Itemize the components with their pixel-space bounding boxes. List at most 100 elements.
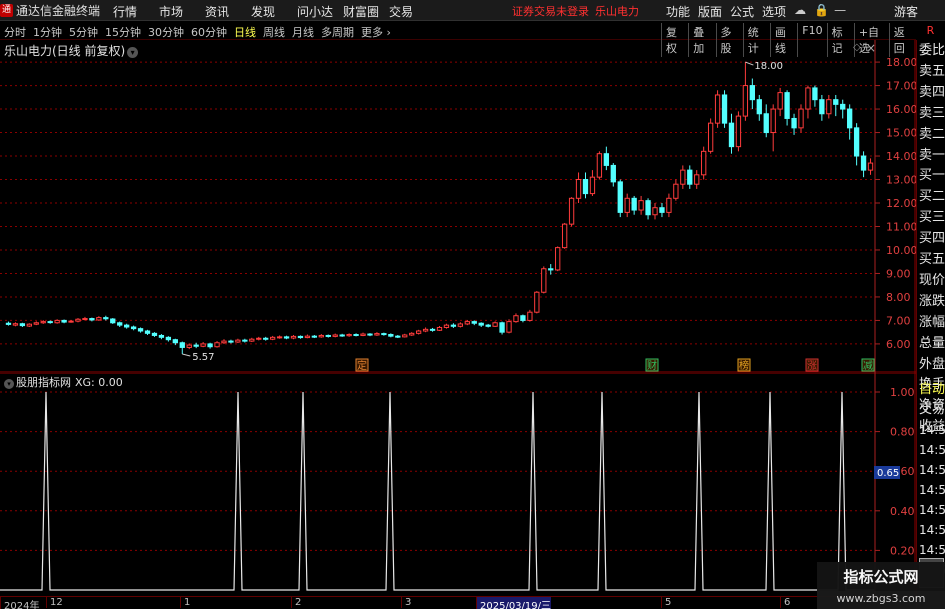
candle-body bbox=[561, 223, 568, 249]
right-panel-toggle[interactable]: R bbox=[916, 22, 945, 40]
candle-body bbox=[826, 99, 832, 115]
tick-row-0[interactable]: 自动 bbox=[919, 380, 945, 400]
quote-field-3[interactable]: 卖三 bbox=[919, 104, 945, 124]
app-logo-icon: 通 bbox=[0, 4, 13, 17]
chevron-down-icon[interactable]: ▾ bbox=[4, 379, 14, 389]
indicator-tick-label: 0.40 bbox=[890, 505, 915, 518]
tick-row-5[interactable]: 14:56 bbox=[919, 480, 945, 500]
tab-monthly[interactable]: 月线 bbox=[292, 24, 314, 40]
close-icon[interactable]: × bbox=[866, 41, 876, 55]
quote-field-0[interactable]: 委比 bbox=[919, 41, 945, 61]
quote-field-5[interactable]: 卖一 bbox=[919, 146, 945, 166]
candle-body bbox=[575, 179, 582, 199]
indicator-signal-lines bbox=[0, 391, 875, 591]
price-chart[interactable]: 18.00 17.00 16.00 15.00 14.00 13.00 12.00 11.00… bbox=[0, 40, 916, 372]
cloud-icon[interactable]: ☁ bbox=[794, 3, 806, 20]
menu-item-banmian[interactable]: 版面 bbox=[698, 3, 722, 20]
tab-multi-period[interactable]: 多周期 bbox=[321, 24, 354, 40]
stock-title[interactable]: 乐山电力(日线 前复权) ▾ bbox=[4, 42, 139, 59]
tick-row-4[interactable]: 14:56 bbox=[919, 460, 945, 480]
menu-item-caifuquan[interactable]: 财富圈 bbox=[343, 3, 389, 20]
menu-item-shichang[interactable]: 市场 bbox=[159, 3, 205, 20]
tab-daily[interactable]: 日线 bbox=[234, 24, 256, 40]
lock-icon[interactable]: 🔒 bbox=[814, 3, 829, 20]
menu-item-xuanxiang[interactable]: 选项 bbox=[762, 3, 786, 20]
trade-login-notice[interactable]: 证券交易未登录 乐山电力 bbox=[512, 3, 639, 19]
candle-body bbox=[283, 336, 290, 339]
candle-body bbox=[527, 311, 533, 321]
candle-body bbox=[534, 291, 540, 313]
menu-item-jiaoyi[interactable]: 交易 bbox=[389, 3, 435, 20]
tab-5min[interactable]: 5分钟 bbox=[69, 24, 98, 40]
quote-field-12[interactable]: 涨跌 bbox=[919, 292, 945, 312]
candle-body bbox=[506, 321, 512, 333]
date-label-3: 2 bbox=[291, 597, 301, 608]
candle-body bbox=[263, 337, 269, 340]
minimize-icon[interactable]: — bbox=[834, 3, 846, 20]
low-price-label: 5.57 bbox=[192, 352, 214, 363]
tick-row-1[interactable]: 交易 bbox=[919, 400, 945, 420]
candle-body bbox=[172, 339, 178, 344]
candle-body bbox=[221, 340, 227, 344]
candle-body bbox=[61, 319, 67, 323]
quote-field-7[interactable]: 买二 bbox=[919, 187, 945, 207]
quote-field-10[interactable]: 买五 bbox=[919, 250, 945, 270]
chevron-down-icon[interactable]: ▾ bbox=[127, 47, 139, 58]
quote-field-11[interactable]: 现价 bbox=[919, 271, 945, 291]
candle-body bbox=[492, 322, 498, 327]
user-guest-label[interactable]: 游客 bbox=[894, 3, 918, 20]
tick-row-3[interactable]: 14:56 bbox=[919, 440, 945, 460]
quote-field-8[interactable]: 买三 bbox=[919, 208, 945, 228]
price-grid bbox=[0, 40, 916, 372]
event-tag-4: 减 bbox=[863, 360, 873, 372]
tab-30min[interactable]: 30分钟 bbox=[148, 24, 184, 40]
diamond-icon[interactable]: ◇ bbox=[853, 42, 861, 53]
menu-item-wenxiaoda[interactable]: 问小达 bbox=[297, 3, 343, 20]
candle-body bbox=[867, 162, 874, 171]
login-status-text[interactable]: 证券交易未登录 bbox=[512, 5, 589, 18]
candle-body bbox=[701, 150, 707, 176]
menu-item-gongshi[interactable]: 公式 bbox=[730, 3, 754, 20]
menu-item-faxian[interactable]: 发现 bbox=[251, 3, 297, 20]
event-tag-1: 财 bbox=[647, 359, 657, 372]
tick-row-6[interactable]: 14:56 bbox=[919, 500, 945, 520]
tab-more[interactable]: 更多 › bbox=[361, 24, 391, 40]
quote-field-1[interactable]: 卖五 bbox=[919, 62, 945, 82]
price-tick-label: 13.00 bbox=[886, 174, 916, 187]
menu-item-zixun[interactable]: 资讯 bbox=[205, 3, 251, 20]
candle-body bbox=[374, 333, 380, 336]
candle-body bbox=[269, 336, 276, 340]
quote-side-panel: 委比 卖五 卖四 卖三 卖二 卖一 买一 买二 买三 买四 买五 现价 涨跌 涨幅 总量 外盘 换手 净资 收益 自动… bbox=[916, 40, 945, 609]
candle-body bbox=[415, 330, 422, 334]
candle-body bbox=[360, 333, 366, 336]
tab-1min[interactable]: 1分钟 bbox=[33, 24, 62, 40]
tab-weekly[interactable]: 周线 bbox=[263, 24, 285, 40]
candle-body bbox=[137, 328, 144, 332]
candle-body bbox=[124, 324, 130, 328]
quote-field-4[interactable]: 卖二 bbox=[919, 125, 945, 145]
quote-field-9[interactable]: 买四 bbox=[919, 229, 945, 249]
candle-body bbox=[207, 343, 213, 348]
indicator-chart[interactable]: 1.000.800.600.400.20 0.65 bbox=[0, 372, 916, 596]
quote-field-6[interactable]: 买一 bbox=[919, 166, 945, 186]
tab-fenshi[interactable]: 分时 bbox=[4, 24, 26, 40]
tick-row-8[interactable]: 14:56 bbox=[919, 540, 945, 560]
tick-row-7[interactable]: 14:56 bbox=[919, 520, 945, 540]
candle-body bbox=[68, 320, 74, 323]
tab-60min[interactable]: 60分钟 bbox=[191, 24, 227, 40]
candle-body bbox=[290, 335, 297, 339]
quote-field-13[interactable]: 涨幅 bbox=[919, 313, 945, 333]
menu-item-gongneng[interactable]: 功能 bbox=[666, 3, 690, 20]
price-tick-label: 16.00 bbox=[886, 103, 916, 116]
tab-15min[interactable]: 15分钟 bbox=[105, 24, 141, 40]
candle-body bbox=[798, 108, 804, 129]
quote-field-15[interactable]: 外盘 bbox=[919, 355, 945, 375]
candle-body bbox=[200, 343, 206, 347]
quote-field-2[interactable]: 卖四 bbox=[919, 83, 945, 103]
candle-body bbox=[249, 338, 255, 342]
tick-row-2[interactable]: 14:56 bbox=[919, 420, 945, 440]
indicator-title[interactable]: ▾ 股朋指标网 XG: 0.00 bbox=[4, 374, 123, 390]
candle-body bbox=[26, 323, 32, 327]
menu-item-hangqing[interactable]: 行情 bbox=[113, 3, 159, 20]
quote-field-14[interactable]: 总量 bbox=[919, 334, 945, 354]
